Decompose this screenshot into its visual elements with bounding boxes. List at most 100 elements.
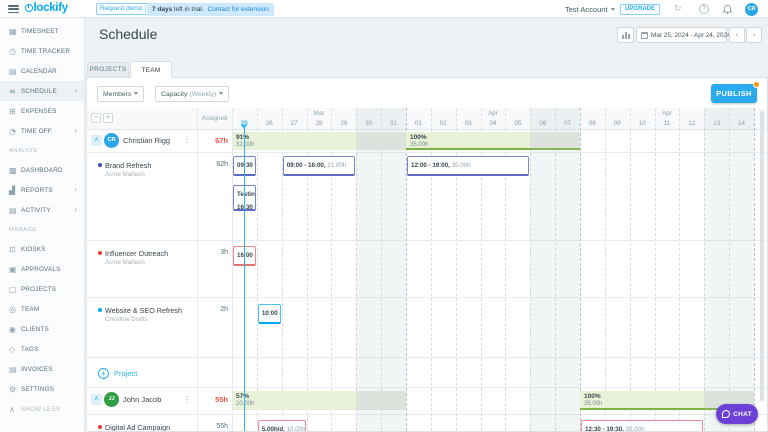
sidebar-item-label: CALENDAR (21, 68, 57, 75)
activity-icon: ▤ (9, 206, 21, 215)
day-label[interactable]: 12 (679, 120, 704, 129)
day-label[interactable]: 27 (282, 120, 307, 129)
sidebar-item-time-off[interactable]: ◔TIME OFF› (0, 121, 84, 141)
collapse-toggle[interactable]: ∧ (91, 394, 102, 405)
capacity-bar[interactable]: 91%32.00h (232, 132, 356, 150)
tab-team[interactable]: TEAM (130, 61, 172, 78)
notifications-bell-icon[interactable] (722, 4, 733, 15)
plus-circle-icon[interactable]: + (98, 368, 109, 379)
day-label[interactable]: 06 (530, 120, 555, 129)
date-range-picker[interactable]: Mar 25, 2024 - Apr 24, 2024 (636, 27, 727, 43)
assignment-block[interactable]: 16:00 -… (233, 246, 256, 266)
kebab-menu-icon[interactable]: ⋮ (183, 395, 191, 404)
sidebar-item-label: KIOSKS (21, 246, 46, 253)
day-divider (605, 108, 606, 431)
project-color-dot (98, 308, 102, 312)
sidebar-item-reports[interactable]: ▟REPORTS› (0, 180, 84, 200)
capacity-chart-button[interactable] (617, 27, 634, 43)
members-filter-dropdown[interactable]: Members (97, 86, 144, 102)
assignment-block[interactable]: 09:00 - 16:00, 21.00h (283, 156, 356, 176)
day-label[interactable]: 02 (431, 120, 456, 129)
block-time: 12:00 - 19:00, (411, 162, 450, 169)
assignment-block[interactable]: 10:00 -… (258, 304, 281, 324)
approvals-icon: ▣ (9, 265, 21, 274)
month-label: Apr (662, 110, 672, 117)
vertical-scrollbar[interactable] (760, 111, 764, 401)
sidebar-item-settings[interactable]: ⚙SETTINGS (0, 379, 84, 399)
next-period-button[interactable]: › (746, 27, 762, 43)
time-tracker-icon: ◷ (9, 47, 21, 56)
member-row: ∧JJJohn Jacob⋮55h57%20.00h100%35.00h (87, 387, 767, 412)
team-icon: ◎ (9, 305, 21, 314)
capacity-bar[interactable]: 57%20.00h (232, 391, 356, 410)
previous-period-button[interactable]: ‹ (729, 27, 745, 43)
sidebar-item-label: TAGS (21, 346, 38, 353)
day-label[interactable]: 13 (704, 120, 729, 129)
project-color-dot (98, 251, 102, 255)
kebab-menu-icon[interactable]: ⋮ (183, 135, 191, 144)
collapse-all-button[interactable]: − (91, 113, 101, 123)
capacity-hours: 32.00h (236, 142, 356, 148)
add-button[interactable]: + (103, 113, 113, 123)
sidebar-item-invoices[interactable]: ▤INVOICES (0, 359, 84, 379)
day-label[interactable]: 01 (406, 120, 431, 129)
user-avatar[interactable]: CR (745, 3, 758, 16)
day-label[interactable]: 07 (555, 120, 580, 129)
capacity-percent: 100% (410, 134, 530, 141)
block-time: 10:00 -… (262, 310, 281, 317)
sidebar-item-calendar[interactable]: ▤CALENDAR (0, 61, 84, 81)
sidebar-item-approvals[interactable]: ▣APPROVALS (0, 259, 84, 279)
sidebar-item-expenses[interactable]: ⊞EXPENSES (0, 101, 84, 121)
chevron-right-icon: › (74, 186, 77, 194)
apps-icon[interactable]: ↻ (674, 4, 682, 14)
sidebar-item-activity[interactable]: ▤ACTIVITY› (0, 200, 84, 220)
publish-button[interactable]: PUBLISH (711, 84, 757, 103)
add-project-button[interactable]: Project (114, 369, 137, 378)
collapse-toggle[interactable]: ∧ (91, 135, 102, 146)
sidebar-item-kiosks[interactable]: ⊡KIOSKS (0, 239, 84, 259)
upgrade-button[interactable]: UPGRADE (620, 4, 660, 15)
block-line: 10:00 -… (262, 307, 281, 319)
day-label[interactable]: 04 (481, 120, 506, 129)
assignment-block[interactable]: Testing…16:30 -… (233, 185, 256, 211)
chat-button[interactable]: CHAT (716, 404, 758, 424)
workspace-switcher[interactable]: Test Account (565, 5, 615, 14)
assignment-block[interactable]: 12:00 - 19:00, 35.00h (407, 156, 529, 176)
sidebar-item-timesheet[interactable]: ▦TIMESHEET (0, 21, 84, 41)
contact-extension-link[interactable]: Contact for extension (208, 6, 269, 13)
sidebar-item-show-less[interactable]: ∧SHOW LESS (0, 399, 84, 419)
help-icon[interactable]: ? (699, 4, 709, 14)
sidebar-item-tags[interactable]: ◇TAGS (0, 339, 84, 359)
sidebar-item-time-tracker[interactable]: ◷TIME TRACKER (0, 41, 84, 61)
clockify-logo[interactable]: lockify (25, 2, 68, 14)
sidebar-item-team[interactable]: ◎TEAM (0, 299, 84, 319)
capacity-bar[interactable]: 100%35.00h (580, 391, 704, 410)
chevron-right-icon: › (747, 30, 761, 40)
sidebar-item-clients[interactable]: ◉CLIENTS (0, 319, 84, 339)
day-label[interactable]: 08 (580, 120, 605, 129)
day-label[interactable]: 10 (630, 120, 655, 129)
day-label[interactable]: 31 (381, 120, 406, 129)
capacity-filter-dropdown[interactable]: Capacity(Weekly) (155, 86, 229, 102)
tab-projects[interactable]: PROJECTS (87, 62, 129, 77)
day-label[interactable]: 05 (505, 120, 530, 129)
day-label[interactable]: 28 (307, 120, 332, 129)
day-label[interactable]: 11 (655, 120, 680, 129)
assignment-block[interactable]: 09:30 -… (233, 156, 256, 176)
day-label[interactable]: 09 (605, 120, 630, 129)
assignment-block[interactable]: 12:30 - 19:30, 35.00h (581, 420, 703, 431)
day-label[interactable]: 26 (257, 120, 282, 129)
day-label[interactable]: 14 (729, 120, 754, 129)
assignment-block[interactable]: 5.00h/d, 10.00h (258, 420, 306, 431)
day-label[interactable]: 03 (456, 120, 481, 129)
day-divider (555, 108, 556, 431)
sidebar-item-projects[interactable]: ▢PROJECTS (0, 279, 84, 299)
hamburger-menu-icon[interactable] (8, 5, 19, 14)
capacity-bar[interactable]: 100%35.00h (406, 132, 530, 150)
sidebar-item-schedule[interactable]: ≡SCHEDULE› (0, 81, 84, 101)
sidebar-item-dashboard[interactable]: ▩DASHBOARD (0, 160, 84, 180)
block-time: 16:00 -… (237, 252, 256, 259)
day-label[interactable]: 30 (356, 120, 381, 129)
capacity-percent: 100% (584, 393, 704, 400)
day-label[interactable]: 29 (331, 120, 356, 129)
